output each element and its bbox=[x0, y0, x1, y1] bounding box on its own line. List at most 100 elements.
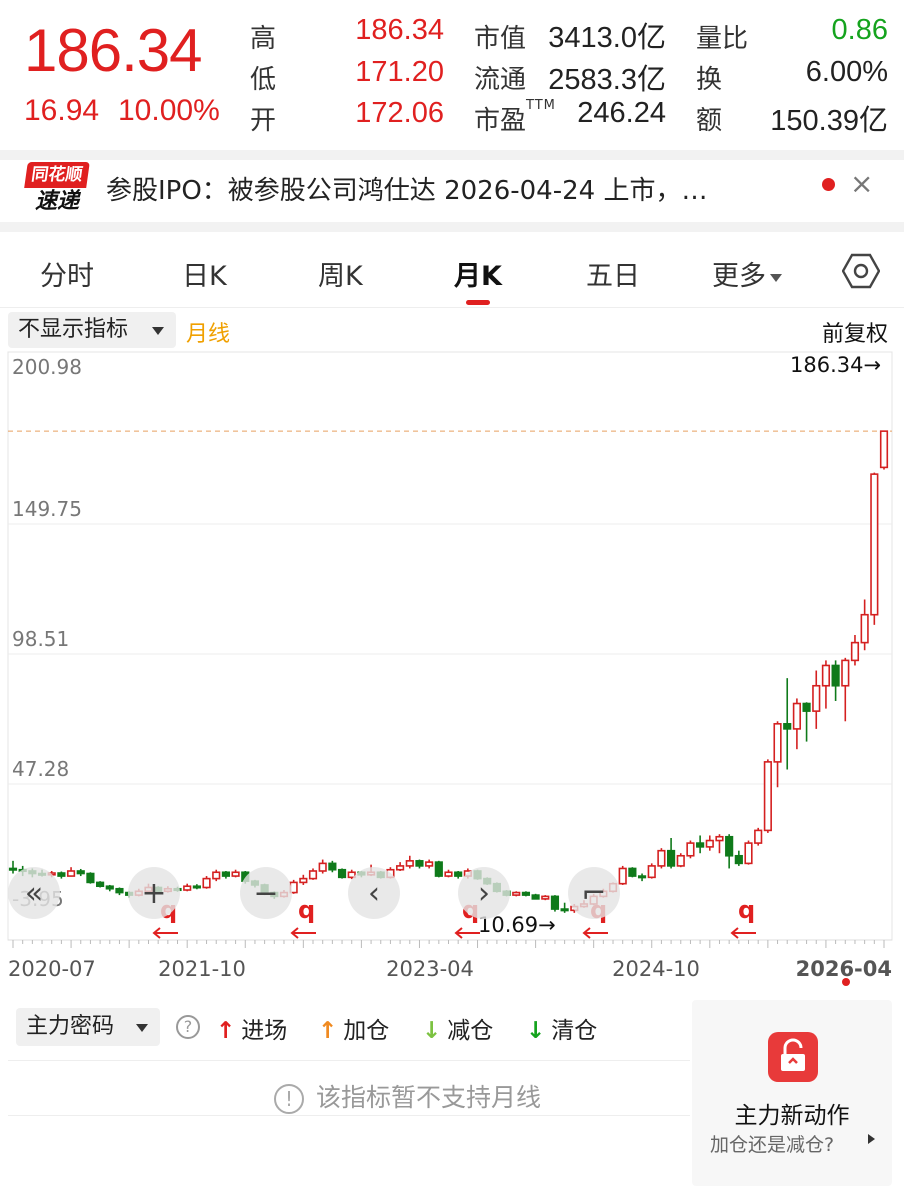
candle-body bbox=[328, 862, 337, 871]
candle-body bbox=[434, 861, 443, 877]
candle-body bbox=[705, 839, 714, 848]
candle-body bbox=[192, 885, 201, 889]
y-tick-label: 98.51 bbox=[12, 627, 69, 651]
legend-add: ↑ 加仓 bbox=[318, 1011, 389, 1045]
candle-body bbox=[318, 862, 327, 872]
caret-down-icon bbox=[136, 1024, 148, 1032]
y-tick-label: 149.75 bbox=[12, 497, 82, 521]
last-price: 186.34 bbox=[24, 17, 203, 84]
x-tick-label: 2023-04 bbox=[386, 957, 474, 981]
legend-reduce-label: 减仓 bbox=[447, 1018, 494, 1044]
candle-body bbox=[183, 885, 192, 891]
period-tabs: 分时 日K 周K 月K 五日 更多 bbox=[0, 232, 904, 308]
candle-body bbox=[841, 659, 850, 687]
tab-intraday[interactable]: 分时 bbox=[40, 254, 94, 293]
candle-body bbox=[405, 860, 414, 867]
candle-body bbox=[454, 871, 463, 877]
low-label: 低 bbox=[250, 65, 277, 95]
candle-body bbox=[850, 641, 860, 662]
tab-more[interactable]: 更多 bbox=[712, 254, 782, 293]
open-value: 172.06 bbox=[355, 97, 444, 129]
settings-hexagon-icon[interactable] bbox=[842, 252, 880, 290]
unlock-icon bbox=[768, 1032, 818, 1082]
turnover-label: 换 bbox=[696, 65, 723, 95]
candle-body bbox=[57, 872, 66, 877]
unsupported-message: ! 该指标暂不支持月线 bbox=[274, 1078, 541, 1114]
price-change-pct: 10.00% bbox=[118, 94, 220, 127]
amount-label: 额 bbox=[696, 106, 723, 136]
candle-body bbox=[105, 885, 114, 890]
candle-body bbox=[773, 723, 782, 763]
pe-value: 246.24 bbox=[577, 97, 666, 129]
candle-body bbox=[337, 868, 347, 879]
legend-enter: ↑ 进场 bbox=[216, 1011, 287, 1045]
chevron-right-icon bbox=[868, 1134, 875, 1144]
logo-bottom-text: 速递 bbox=[34, 189, 79, 214]
candle-body bbox=[879, 430, 889, 469]
float-cap-value: 2583.3亿 bbox=[548, 64, 666, 96]
tab-weekly-k[interactable]: 周K bbox=[318, 254, 363, 293]
y-tick-label: 200.98 bbox=[12, 355, 82, 379]
tab-five-day[interactable]: 五日 bbox=[586, 254, 640, 293]
market-cap-label: 市值 bbox=[474, 24, 527, 54]
unsupported-text: 该指标暂不支持月线 bbox=[316, 1083, 542, 1112]
chart-control-icon: − bbox=[253, 876, 278, 911]
logo-top-text: 同花顺 bbox=[24, 162, 90, 188]
candle-body bbox=[870, 473, 879, 616]
price-adjust-toggle[interactable]: 前复权 bbox=[822, 316, 888, 348]
ma-label: 月线 bbox=[186, 322, 231, 347]
candle-body bbox=[202, 877, 211, 889]
candle-body bbox=[725, 835, 734, 857]
main-force-promo-card[interactable]: 主力新动作 加仓还是减仓? bbox=[692, 1000, 892, 1186]
amount-value: 150.39亿 bbox=[770, 105, 888, 137]
candle-body bbox=[66, 870, 76, 877]
main-force-selector-label: 主力密码 bbox=[26, 1014, 115, 1039]
chart-frame bbox=[7, 351, 893, 941]
candle-body bbox=[628, 867, 637, 877]
candle-body bbox=[686, 842, 695, 857]
candle-body bbox=[425, 861, 434, 867]
candle-body bbox=[299, 877, 308, 884]
candle-body bbox=[763, 761, 772, 832]
lock-glyph bbox=[781, 1038, 805, 1071]
candle-body bbox=[754, 829, 763, 844]
low-value: 171.20 bbox=[355, 56, 444, 88]
x-tick-label: 2021-10 bbox=[158, 957, 246, 981]
open-label: 开 bbox=[250, 106, 277, 136]
caret-down-icon bbox=[152, 327, 164, 335]
news-banner[interactable]: 同花顺 速递 参股IPO：被参股公司鸿仕达 2026-04-24 上市，… bbox=[0, 160, 904, 222]
legend-enter-label: 进场 bbox=[241, 1018, 288, 1044]
candle-body bbox=[618, 867, 627, 885]
active-tab-indicator bbox=[466, 300, 490, 305]
chart-control-icon: « bbox=[25, 876, 43, 911]
main-force-selector[interactable]: 主力密码 bbox=[16, 1008, 160, 1046]
candle-body bbox=[744, 842, 753, 865]
divider bbox=[0, 150, 904, 160]
candle-body bbox=[831, 664, 840, 687]
candle-body bbox=[96, 881, 105, 888]
volume-ratio-value: 0.86 bbox=[831, 14, 888, 46]
volume-ratio-label: 量比 bbox=[696, 24, 749, 54]
current-period-dot bbox=[842, 978, 850, 986]
q-marker-label: q bbox=[298, 896, 315, 924]
legend-clear-label: 清仓 bbox=[551, 1018, 598, 1044]
legend-add-label: 加仓 bbox=[343, 1018, 390, 1044]
tonghuashun-logo: 同花顺 速递 bbox=[24, 162, 90, 218]
candle-body bbox=[231, 871, 240, 877]
high-label: 高 bbox=[250, 24, 277, 54]
help-icon[interactable]: ? bbox=[176, 1015, 200, 1039]
news-headline[interactable]: 参股IPO：被参股公司鸿仕达 2026-04-24 上市，… bbox=[106, 170, 707, 207]
close-icon[interactable]: × bbox=[850, 169, 873, 199]
chart-control-icon: ‹ bbox=[368, 876, 380, 911]
candlestick-chart[interactable]: 200.98149.7598.5147.28-3.95186.34→10.69→… bbox=[0, 350, 904, 990]
candle-body bbox=[666, 849, 676, 867]
tab-monthly-k[interactable]: 月K bbox=[454, 254, 502, 293]
candle-body bbox=[647, 865, 656, 879]
candle-body bbox=[531, 894, 540, 900]
tab-daily-k[interactable]: 日K bbox=[182, 254, 227, 293]
float-cap-label: 流通 bbox=[474, 65, 527, 95]
indicator-selector[interactable]: 不显示指标 bbox=[8, 312, 176, 348]
candle-body bbox=[657, 849, 666, 867]
candle-body bbox=[812, 684, 821, 712]
x-tick-label: 2024-10 bbox=[612, 957, 700, 981]
